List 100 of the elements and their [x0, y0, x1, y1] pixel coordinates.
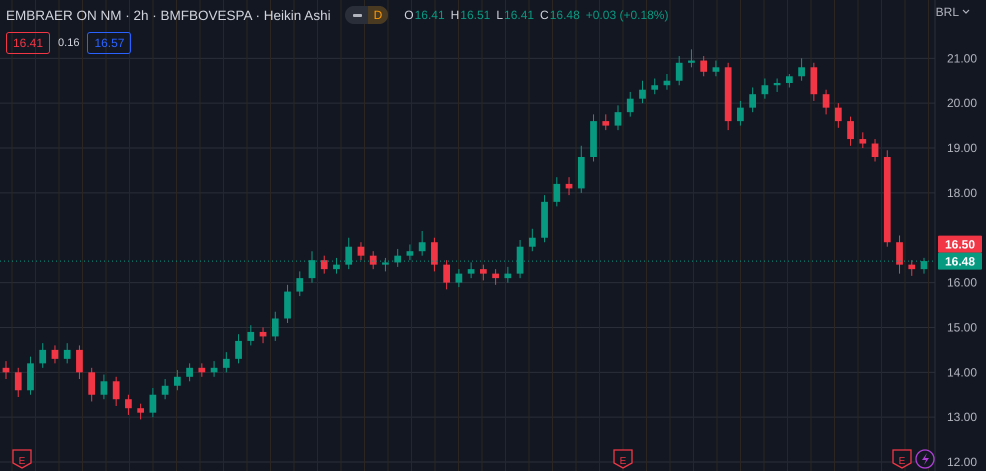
- candle: [541, 194, 548, 243]
- candle: [553, 176, 560, 207]
- y-tick-label: 20.00: [947, 96, 978, 110]
- candle: [174, 370, 181, 391]
- candle: [590, 114, 597, 162]
- candle: [162, 378, 168, 400]
- candle: [235, 334, 242, 364]
- candle: [443, 260, 450, 290]
- candle: [260, 326, 266, 344]
- candle: [651, 78, 658, 95]
- candle: [712, 60, 720, 77]
- candle: [137, 403, 144, 420]
- candle: [52, 344, 58, 364]
- candle: [150, 388, 156, 418]
- candle: [14, 367, 22, 398]
- candle: [39, 342, 46, 368]
- candle: [186, 362, 193, 382]
- candle: [834, 102, 842, 128]
- candle: [774, 78, 780, 92]
- candle: [198, 362, 206, 378]
- candle: [614, 104, 622, 131]
- y-tick-label: 14.00: [947, 365, 978, 380]
- candle: [345, 237, 352, 270]
- currency-dropdown[interactable]: BRL: [936, 5, 970, 19]
- candle: [872, 138, 878, 162]
- candle: [528, 228, 536, 252]
- candle: [358, 242, 364, 261]
- candle: [664, 74, 670, 90]
- candle: [492, 268, 499, 286]
- y-tick-label: 13.00: [947, 410, 978, 424]
- bid-price[interactable]: 16.41: [6, 32, 50, 54]
- y-tick-label: 16.00: [947, 276, 978, 290]
- candle: [504, 266, 512, 284]
- candle: [418, 230, 426, 256]
- ask-price[interactable]: 16.57: [87, 32, 132, 54]
- earnings-marker[interactable]: E: [12, 449, 32, 469]
- caret-icon: [962, 9, 970, 15]
- y-tick-label: 15.00: [947, 320, 978, 334]
- candle: [602, 114, 610, 131]
- candle: [676, 56, 683, 86]
- candle: [516, 239, 524, 279]
- candle: [626, 91, 634, 118]
- ohlc-value: L16.41: [496, 8, 534, 22]
- status-badge[interactable]: D: [344, 6, 388, 24]
- candle: [125, 394, 132, 416]
- candle: [566, 176, 572, 196]
- candle: [480, 264, 487, 281]
- candle: [222, 352, 230, 373]
- candle: [822, 89, 830, 115]
- y-tick-label: 12.00: [947, 455, 978, 470]
- candle: [406, 244, 414, 261]
- candle: [210, 360, 218, 378]
- candle: [688, 48, 695, 68]
- candle: [100, 374, 108, 400]
- candle: [762, 78, 768, 100]
- candle: [700, 56, 708, 77]
- candle: [370, 250, 377, 270]
- candle: [76, 344, 83, 380]
- ref-line-label: 16.48: [944, 254, 976, 269]
- y-tick-label: 19.00: [947, 141, 978, 156]
- candle: [896, 235, 903, 274]
- candle: [798, 58, 805, 82]
- candle: [247, 324, 254, 346]
- spread-value: 0.16: [58, 37, 80, 49]
- candle: [296, 270, 304, 297]
- minus-icon: [352, 14, 362, 16]
- candle: [27, 356, 34, 396]
- lightning-icon[interactable]: [915, 449, 935, 469]
- candle: [639, 80, 646, 104]
- ohlc-value: H 16.51: [450, 8, 490, 22]
- candle: [431, 237, 438, 272]
- candle: [859, 132, 866, 149]
- ohlc-value: O 16.41: [404, 8, 445, 22]
- candle: [333, 257, 340, 274]
- candle: [88, 367, 96, 402]
- candle: [578, 145, 585, 194]
- candle: [810, 62, 818, 102]
- candle: [456, 268, 462, 288]
- candle: [908, 260, 916, 276]
- change-value: +0.03 (+0.18%): [586, 8, 668, 22]
- candle: [724, 62, 732, 131]
- price-label: 16.50: [938, 236, 982, 253]
- candle: [284, 284, 291, 324]
- candle: [272, 311, 279, 342]
- ohlc-value: C 16.48: [540, 8, 580, 22]
- candle: [64, 342, 71, 364]
- candle: [468, 262, 474, 279]
- candle: [786, 74, 793, 88]
- earnings-marker[interactable]: E: [892, 449, 912, 469]
- candle: [737, 100, 744, 126]
- candle: [394, 248, 402, 268]
- candle: [320, 255, 328, 274]
- candle: [112, 376, 120, 406]
- y-tick-label: 21.00: [947, 51, 978, 66]
- earnings-marker[interactable]: E: [613, 449, 633, 469]
- symbol-title: EMBRAER ON NM · 2h · BMFBOVESPA · Heikin Ashi: [6, 8, 331, 22]
- y-tick-label: 18.00: [947, 186, 978, 200]
- candle: [847, 116, 854, 146]
- candle: [382, 257, 389, 272]
- candle: [308, 250, 316, 284]
